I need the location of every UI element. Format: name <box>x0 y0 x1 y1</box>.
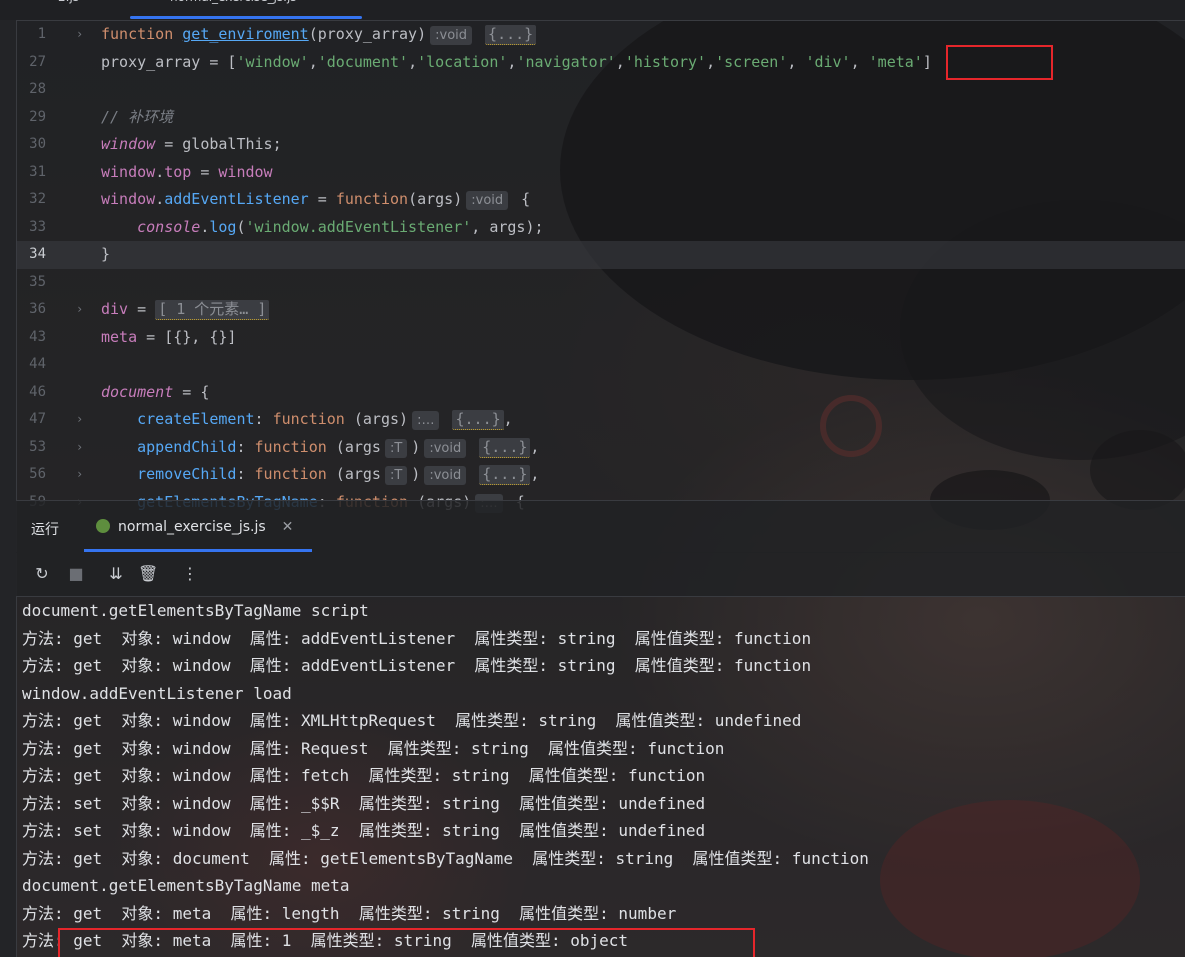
code-text: console.log('window.addEventListener', a… <box>137 217 544 236</box>
fold-chevron-icon[interactable]: › <box>76 434 83 462</box>
line-number: 56 <box>29 466 46 482</box>
code-line[interactable]: 30 window = globalThis; <box>16 131 1185 159</box>
line-number: 28 <box>29 81 46 97</box>
code-line[interactable]: 43 meta = [{}, {}] <box>16 324 1185 352</box>
code-text: function get_enviroment(proxy_array):voi… <box>101 21 537 49</box>
line-number: 31 <box>29 163 46 180</box>
line-number: 32 <box>29 191 46 207</box>
code-line[interactable]: 33 console.log('window.addEventListener'… <box>16 214 1185 242</box>
code-line[interactable]: 56 › removeChild: function (args:T):void … <box>16 461 1185 489</box>
line-number: 36 <box>29 301 46 317</box>
console-line: document.getElementsByTagName meta <box>22 876 350 895</box>
console-line: 方法: get 对象: window 属性: XMLHttpRequest 属性… <box>22 711 802 730</box>
code-line[interactable]: 29 // 补环境 <box>16 104 1185 132</box>
meta-highlight-box <box>946 45 1053 80</box>
tab-normal-exercise[interactable]: normal_exercise_js.js <box>170 0 297 10</box>
run-panel-header: 运行 normal_exercise_js.js ✕ <box>16 500 1185 553</box>
line-number: 33 <box>29 218 46 235</box>
line-number: 29 <box>29 108 46 125</box>
line-number: 27 <box>29 53 46 70</box>
scroll-to-end-icon[interactable]: ⇊ <box>106 564 126 584</box>
console-line: 方法: get 对象: document 属性: getElementsByTa… <box>22 848 869 868</box>
code-text: div = [ 1 个元素… ] <box>101 296 270 324</box>
line-number: 35 <box>29 273 46 290</box>
code-line[interactable]: 28 <box>16 76 1185 104</box>
code-editor[interactable]: 1 › function get_enviroment(proxy_array):v… <box>16 20 1185 513</box>
code-line[interactable]: 46 document = { <box>16 379 1185 407</box>
console-line: document.getElementsByTagName script <box>22 601 369 620</box>
code-line[interactable]: 44 <box>16 351 1185 379</box>
line-number: 44 <box>29 356 46 372</box>
active-tab-indicator <box>130 16 362 19</box>
console-output[interactable]: document.getElementsByTagName script 方法: … <box>16 597 1185 957</box>
close-icon[interactable]: ✕ <box>282 513 294 541</box>
console-line: 方法: get 对象: window 属性: addEventListener … <box>22 628 812 648</box>
left-tool-strip <box>0 20 17 957</box>
code-text: proxy_array = ['window','document','loca… <box>101 52 932 71</box>
code-line[interactable]: 35 <box>16 269 1185 297</box>
console-line: 方法: set 对象: window 属性: _$$R 属性类型: string… <box>22 793 706 813</box>
line-number: 30 <box>29 136 46 152</box>
tab-2js[interactable]: 2.js <box>58 0 79 10</box>
code-text: // 补环境 <box>101 107 174 126</box>
run-panel-title: 运行 <box>31 522 59 538</box>
code-text: window.top = window <box>101 162 273 181</box>
fold-chevron-icon[interactable]: › <box>76 21 83 49</box>
console-line: 方法: get 对象: window 属性: fetch 属性类型: strin… <box>22 766 706 785</box>
code-text: createElement: function (args):… {...}, <box>137 410 513 430</box>
code-text: document = { <box>101 382 210 401</box>
console-line: 方法: get 对象: meta 属性: length 属性类型: string… <box>22 903 677 923</box>
stop-icon[interactable]: ■ <box>66 564 86 584</box>
run-tab-label: normal_exercise_js.js <box>118 519 266 535</box>
line-number: 1 <box>37 26 46 42</box>
run-tab[interactable]: normal_exercise_js.js ✕ <box>96 513 293 541</box>
code-text: removeChild: function (args:T):void {...… <box>137 465 540 485</box>
code-line[interactable]: 32 window.addEventListener = function(arg… <box>16 186 1185 214</box>
code-line[interactable]: 53 › appendChild: function (args:T):void … <box>16 434 1185 462</box>
result-highlight-box <box>58 928 755 957</box>
line-number: 46 <box>29 383 46 400</box>
code-text: meta = [{}, {}] <box>101 327 237 346</box>
console-line: window.addEventListener load <box>22 683 292 703</box>
code-line[interactable]: 34} <box>16 241 1185 269</box>
fold-chevron-icon[interactable]: › <box>76 461 83 489</box>
code-text: } <box>101 245 111 263</box>
fold-chevron-icon[interactable]: › <box>76 406 83 434</box>
console-line: 方法: get 对象: window 属性: addEventListener … <box>22 656 812 675</box>
code-text: window.addEventListener = function(args)… <box>101 190 531 210</box>
code-line[interactable]: 47 › createElement: function (args):… {..… <box>16 406 1185 434</box>
more-icon[interactable]: ⋮ <box>180 564 200 584</box>
line-number: 53 <box>29 438 46 455</box>
code-line[interactable]: 36 › div = [ 1 个元素… ] <box>16 296 1185 324</box>
rerun-icon[interactable]: ↻ <box>32 564 52 584</box>
line-number: 43 <box>29 328 46 345</box>
line-number: 47 <box>29 411 46 427</box>
code-text: window = globalThis; <box>101 135 282 153</box>
editor-tab-bar: 2.js normal_exercise_js.js <box>0 0 1185 21</box>
console-line: 方法: set 对象: window 属性: _$_z 属性类型: string… <box>22 821 706 840</box>
line-number: 34 <box>29 246 46 262</box>
console-line: 方法: get 对象: window 属性: Request 属性类型: str… <box>22 738 725 758</box>
code-text: appendChild: function (args:T):void {...… <box>137 437 540 458</box>
nodejs-icon <box>96 519 110 533</box>
fold-chevron-icon[interactable]: › <box>76 296 83 324</box>
run-toolbar: ↻ ■ ⇊ 🗑 ⋮ <box>16 552 1185 597</box>
trash-icon[interactable]: 🗑 <box>138 564 158 584</box>
code-line[interactable]: 31 window.top = window <box>16 159 1185 187</box>
